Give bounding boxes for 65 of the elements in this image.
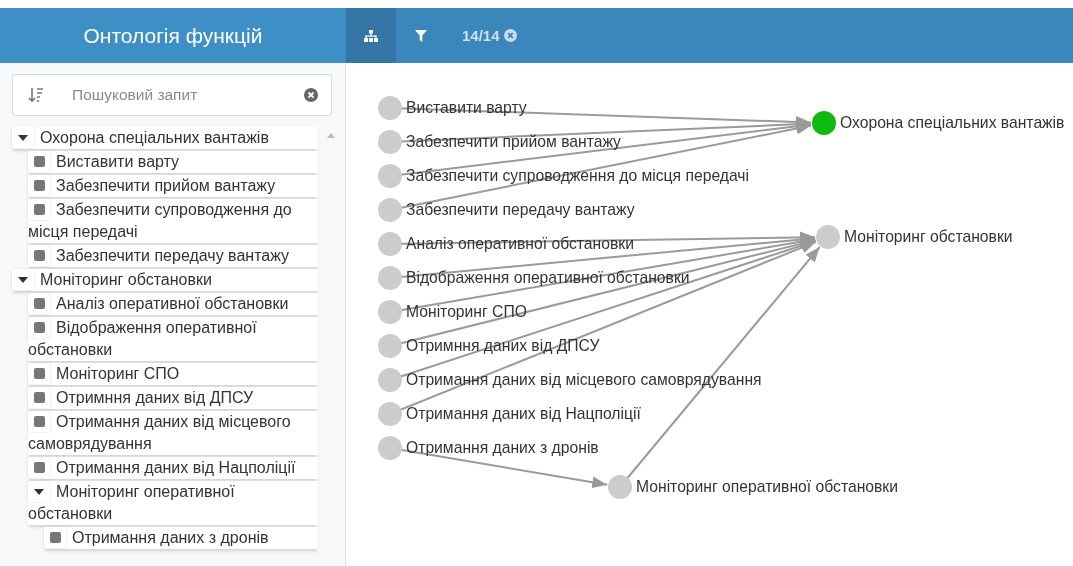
graph-node[interactable] <box>378 130 402 154</box>
tree-item[interactable]: Отримання даних від Нацполіції <box>28 457 318 479</box>
graph-node[interactable] <box>378 96 402 120</box>
square-icon <box>28 387 50 408</box>
tree-item[interactable]: Забезпечити супроводження до місця передачі <box>28 199 318 243</box>
node-label: Забезпечити передачу вантажу <box>406 201 635 218</box>
graph-node[interactable] <box>378 402 402 426</box>
filter-icon <box>415 29 427 42</box>
tree-item[interactable]: Забезпечити прийом вантажу <box>28 175 318 197</box>
node-label: Отримання даних від Нацполіції <box>406 405 641 422</box>
node-label: Аналіз оперативної обстановки <box>406 235 634 252</box>
node-label: Моніторинг оперативної обстановки <box>636 478 898 495</box>
tree-item[interactable]: Моніторинг СПО <box>28 363 318 385</box>
graph-node[interactable] <box>378 334 402 358</box>
app-title: Онтологія функцій <box>83 23 263 48</box>
hierarchy-tab[interactable] <box>346 8 396 63</box>
tree-item[interactable]: Аналіз оперативної обстановки <box>28 293 318 315</box>
node-label: Забезпечити супроводження до місця передачі <box>406 167 749 184</box>
search-field[interactable]: Пошуковий запит <box>12 74 332 116</box>
caret-icon[interactable] <box>12 127 34 148</box>
node-label: Охорона спеціальних вантажів <box>840 114 1065 131</box>
sitemap-icon <box>364 29 378 42</box>
square-icon <box>28 411 50 432</box>
tree-item[interactable]: Отримання даних з дронів <box>44 527 318 549</box>
graph-node[interactable] <box>378 266 402 290</box>
tree-item[interactable]: Отримання даних від місцевого самоврядування <box>28 411 318 455</box>
square-icon <box>28 363 50 384</box>
tree-item[interactable]: Забезпечити передачу вантажу <box>28 245 318 267</box>
clear-icon[interactable] <box>304 88 318 102</box>
node-label: Моніторинг обстановки <box>844 228 1013 245</box>
square-icon <box>28 151 50 172</box>
tree-item[interactable]: Виставити варту <box>28 151 318 173</box>
node-label: Відображення оперативної обстановки <box>406 269 690 286</box>
node-label: Виставити варту <box>406 99 527 116</box>
graph-node[interactable] <box>378 198 402 222</box>
square-icon <box>28 457 50 478</box>
graph-node[interactable] <box>378 436 402 460</box>
tree-item[interactable]: Отримння даних від ДПСУ <box>28 387 318 409</box>
square-icon <box>28 199 50 220</box>
tree-item[interactable]: Моніторинг обстановки <box>12 269 318 291</box>
scroll-up-icon[interactable] <box>327 133 335 138</box>
tree-item[interactable]: Моніторинг оперативної обстановки <box>28 481 318 525</box>
caret-icon[interactable] <box>28 481 50 502</box>
sort-icon[interactable] <box>28 87 44 103</box>
square-icon <box>44 527 66 548</box>
node-label: Забезпечити прийом вантажу <box>406 133 621 150</box>
node-label: Моніторинг СПО <box>406 303 527 320</box>
graph-node[interactable] <box>378 300 402 324</box>
graph-node[interactable] <box>812 111 836 135</box>
graph-node[interactable] <box>608 475 632 499</box>
square-icon <box>28 175 50 196</box>
tree-item[interactable]: Відображення оперативної обстановки <box>28 317 318 361</box>
node-label: Отримання даних з дронів <box>406 439 599 456</box>
graph-node[interactable] <box>816 225 840 249</box>
square-icon <box>28 293 50 314</box>
graph-node[interactable] <box>378 368 402 392</box>
node-label: Отримння даних від ДПСУ <box>406 337 600 354</box>
square-icon <box>28 317 50 338</box>
graph-node[interactable] <box>378 232 402 256</box>
graph-node[interactable] <box>378 164 402 188</box>
clear-icon <box>503 29 517 42</box>
tree-item[interactable]: Охорона спеціальних вантажів <box>12 127 318 149</box>
node-label: Отримання даних від місцевого самоврядування <box>406 371 762 388</box>
square-icon <box>28 245 50 266</box>
caret-icon[interactable] <box>12 269 34 290</box>
